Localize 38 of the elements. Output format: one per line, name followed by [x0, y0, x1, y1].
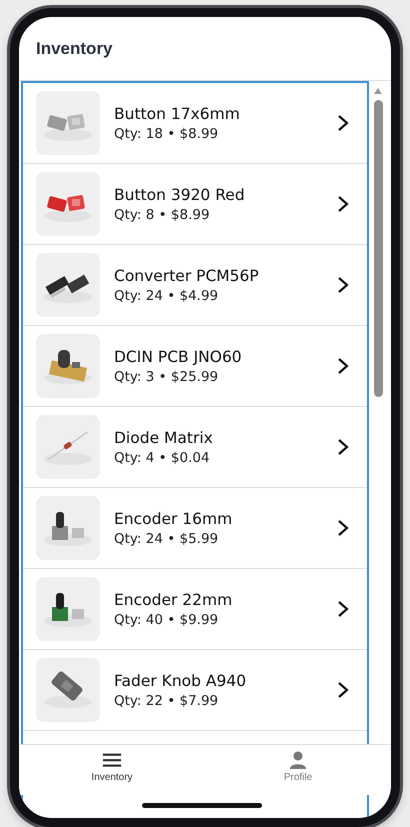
item-details: Qty: 24 • $4.99 — [114, 288, 220, 304]
chevron-right-icon — [337, 519, 349, 537]
inventory-item[interactable]: Button 3920 Red Qty: 8 • $8.99 — [23, 164, 367, 245]
inventory-item[interactable]: Fader Knob A940 Qty: 22 • $7.99 — [23, 650, 367, 731]
item-details: Qty: 24 • $5.99 — [114, 530, 220, 546]
item-name: Encoder 16mm — [114, 510, 234, 528]
item-details: Qty: 22 • $7.99 — [114, 692, 220, 708]
chevron-right-icon — [337, 114, 349, 132]
screen-title: Inventory — [36, 38, 113, 58]
inventory-item[interactable]: Button 17x6mm Qty: 18 • $8.99 — [23, 83, 367, 164]
inventory-item[interactable]: Encoder 22mm Qty: 40 • $9.99 — [23, 569, 367, 650]
tab[interactable]: Profile — [205, 745, 391, 795]
inventory-item[interactable]: DCIN PCB JNO60 Qty: 3 • $25.99 — [23, 326, 367, 407]
chevron-right-icon — [337, 276, 349, 294]
item-name: Button 3920 Red — [114, 186, 246, 204]
chevron-right-icon — [337, 600, 349, 618]
item-name: Fader Knob A940 — [114, 672, 248, 690]
item-details: Qty: 40 • $9.99 — [114, 612, 220, 628]
chevron-right-icon — [337, 357, 349, 375]
item-details: Qty: 4 • $0.04 — [114, 450, 211, 466]
person-icon — [288, 751, 308, 769]
scroll-up-arrow-icon[interactable] — [373, 87, 383, 95]
inventory-item[interactable]: Encoder 16mm Qty: 24 • $5.99 — [23, 488, 367, 569]
chevron-right-icon — [337, 195, 349, 213]
item-name: Converter PCM56P — [114, 266, 260, 284]
item-name: Diode Matrix — [114, 428, 214, 446]
chevron-right-icon — [337, 681, 349, 699]
inventory-item[interactable]: Converter PCM56P Qty: 24 • $4.99 — [23, 245, 367, 326]
item-details: Qty: 18 • $8.99 — [114, 126, 220, 142]
item-name: Button 17x6mm — [114, 104, 241, 122]
menu-icon — [102, 751, 122, 769]
item-name: Encoder 22mm — [114, 590, 234, 608]
item-details: Qty: 8 • $8.99 — [114, 206, 211, 222]
item-details: Qty: 3 • $25.99 — [114, 368, 220, 384]
chevron-right-icon — [337, 438, 349, 456]
inventory-item[interactable]: Diode Matrix Qty: 4 • $0.04 — [23, 407, 367, 488]
item-name: DCIN PCB JNO60 — [114, 348, 243, 366]
tab[interactable]: Inventory — [19, 745, 205, 795]
